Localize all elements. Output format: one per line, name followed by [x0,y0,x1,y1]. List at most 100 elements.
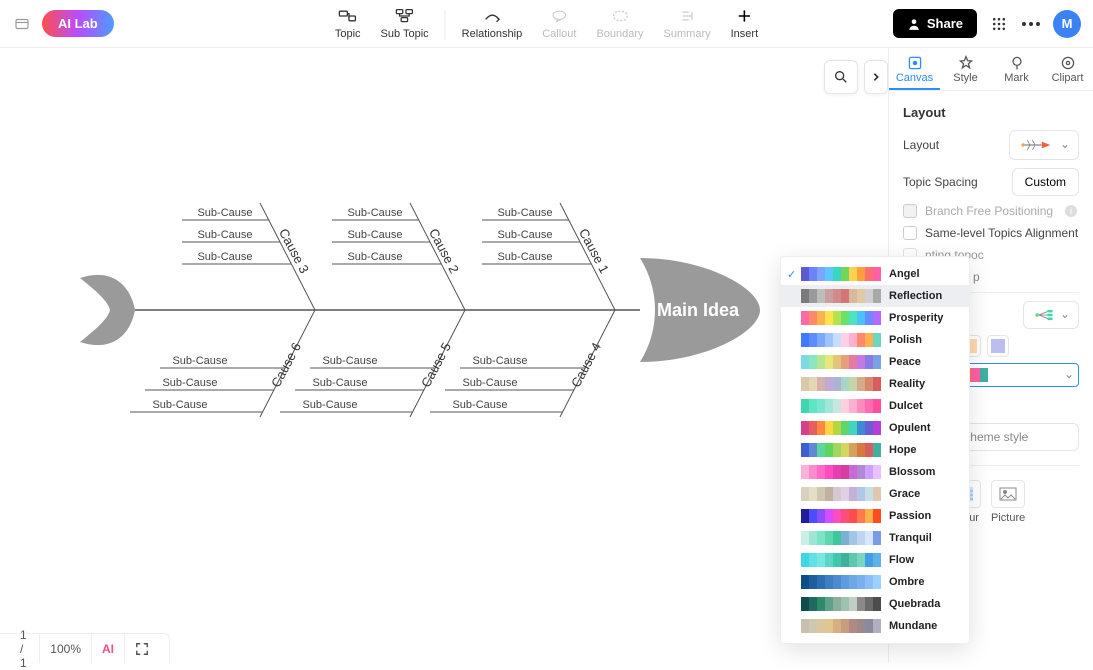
app-logo-icon [12,14,32,34]
color-theme-dropdown[interactable]: AngelReflectionProsperityPolishPeaceReal… [780,256,970,644]
svg-text:Sub-Cause: Sub-Cause [472,355,527,367]
boundary-icon [611,6,629,26]
svg-text:Sub-Cause: Sub-Cause [497,207,552,219]
branch-free-checkbox [903,204,917,218]
theme-option-ombre[interactable]: Ombre [781,571,969,593]
subtopic-icon [395,6,415,26]
topic-icon [338,6,358,26]
canvas[interactable]: Main Idea Cause 3 Sub-Cause Sub-Cause Su… [0,48,888,663]
same-level-checkbox[interactable] [903,226,917,240]
zoom-indicator[interactable]: 100% [40,634,92,663]
svg-text:Sub-Cause: Sub-Cause [302,399,357,411]
info-icon: i [1065,205,1077,217]
theme-option-opulent[interactable]: Opulent [781,417,969,439]
canvas-tab-icon [907,54,923,72]
svg-text:Sub-Cause: Sub-Cause [347,251,402,263]
share-button[interactable]: Share [893,9,977,38]
clipart-tab-icon [1060,54,1076,72]
bottom-bar: 1 / 1 100% AI [0,633,170,663]
svg-text:Sub-Cause: Sub-Cause [462,377,517,389]
layout-section-title: Layout [903,105,1079,120]
layout-label: Layout [903,138,939,152]
theme-option-dulcet[interactable]: Dulcet [781,395,969,417]
chevron-down-icon: ⌄ [1064,367,1074,381]
theme-option-peace[interactable]: Peace [781,351,969,373]
theme-option-prosperity[interactable]: Prosperity [781,307,969,329]
theme-option-tranquil[interactable]: Tranquil [781,527,969,549]
fish-tail-icon [80,275,135,345]
svg-text:Sub-Cause: Sub-Cause [347,229,402,241]
theme-option-blossom[interactable]: Blossom [781,461,969,483]
fullscreen-button[interactable] [125,634,159,663]
svg-text:Sub-Cause: Sub-Cause [172,355,227,367]
svg-text:Sub-Cause: Sub-Cause [197,229,252,241]
theme-option-angel[interactable]: Angel [781,263,969,285]
ai-lab-button[interactable]: AI Lab [42,10,114,37]
more-icon[interactable] [1021,14,1041,34]
svg-text:Sub-Cause: Sub-Cause [152,399,207,411]
tool-summary: Summary [654,6,721,40]
page-indicator[interactable]: 1 / 1 [10,634,40,663]
tool-relationship[interactable]: Relationship [452,6,533,40]
fishbone-layout-icon [1018,137,1052,153]
svg-text:Cause 4: Cause 4 [568,340,604,390]
chevron-down-icon: ⌄ [1060,307,1070,321]
share-label: Share [927,16,963,31]
layout-variant-4[interactable] [987,335,1009,357]
tab-clipart[interactable]: Clipart [1042,48,1093,90]
tool-label: Insert [731,28,759,40]
tab-style[interactable]: Style [940,48,991,90]
truncated-p: p [973,270,1079,284]
apps-grid-icon[interactable] [989,14,1009,34]
panel-tabs: Canvas Style Mark Clipart [889,48,1093,91]
tool-label: Boundary [596,28,643,40]
user-avatar[interactable]: M [1053,10,1081,38]
svg-text:Sub-Cause: Sub-Cause [347,207,402,219]
chevron-down-icon: ⌄ [1060,137,1070,151]
mark-tab-icon [1009,54,1025,72]
toolbar-tools: Topic Sub Topic Relationship Callout Bou… [325,0,768,48]
spacing-custom-button[interactable]: Custom [1012,168,1079,196]
tool-boundary: Boundary [586,6,653,40]
callout-icon [550,6,568,26]
tool-label: Summary [664,28,711,40]
svg-text:Sub-Cause: Sub-Cause [497,229,552,241]
same-level-label: Same-level Topics Alignment [925,226,1078,240]
theme-option-passion[interactable]: Passion [781,505,969,527]
tool-label: Sub Topic [381,28,429,40]
bg-option-picture[interactable]: Picture [991,480,1025,524]
svg-text:Cause 6: Cause 6 [268,340,304,390]
tool-label: Callout [542,28,576,40]
theme-option-hope[interactable]: Hope [781,439,969,461]
svg-text:Sub-Cause: Sub-Cause [197,207,252,219]
svg-text:Sub-Cause: Sub-Cause [452,399,507,411]
theme-option-reflection[interactable]: Reflection [781,285,969,307]
plus-icon [736,6,752,26]
fishbone-diagram: Main Idea Cause 3 Sub-Cause Sub-Cause Su… [0,48,888,663]
svg-text:Sub-Cause: Sub-Cause [322,355,377,367]
substructure-select[interactable]: ⌄ [1023,301,1079,329]
theme-option-mundane[interactable]: Mundane [781,615,969,637]
theme-option-quebrada[interactable]: Quebrada [781,593,969,615]
theme-option-grace[interactable]: Grace [781,483,969,505]
theme-option-flow[interactable]: Flow [781,549,969,571]
ai-button[interactable]: AI [92,634,125,663]
tool-topic[interactable]: Topic [325,6,371,40]
tab-canvas[interactable]: Canvas [889,48,940,90]
svg-text:Sub-Cause: Sub-Cause [312,377,367,389]
main-idea-label: Main Idea [657,300,740,320]
svg-text:Sub-Cause: Sub-Cause [497,251,552,263]
tool-label: Topic [335,28,361,40]
tool-subtopic[interactable]: Sub Topic [371,6,439,40]
summary-icon [679,6,695,26]
theme-option-polish[interactable]: Polish [781,329,969,351]
fullscreen-icon [135,642,149,656]
svg-text:Sub-Cause: Sub-Cause [162,377,217,389]
tab-mark[interactable]: Mark [991,48,1042,90]
style-tab-icon [958,54,974,72]
layout-select[interactable]: ⌄ [1009,130,1079,160]
theme-option-reality[interactable]: Reality [781,373,969,395]
mindmap-icon [1032,308,1056,322]
svg-text:Sub-Cause: Sub-Cause [197,251,252,263]
tool-insert[interactable]: Insert [721,6,769,40]
